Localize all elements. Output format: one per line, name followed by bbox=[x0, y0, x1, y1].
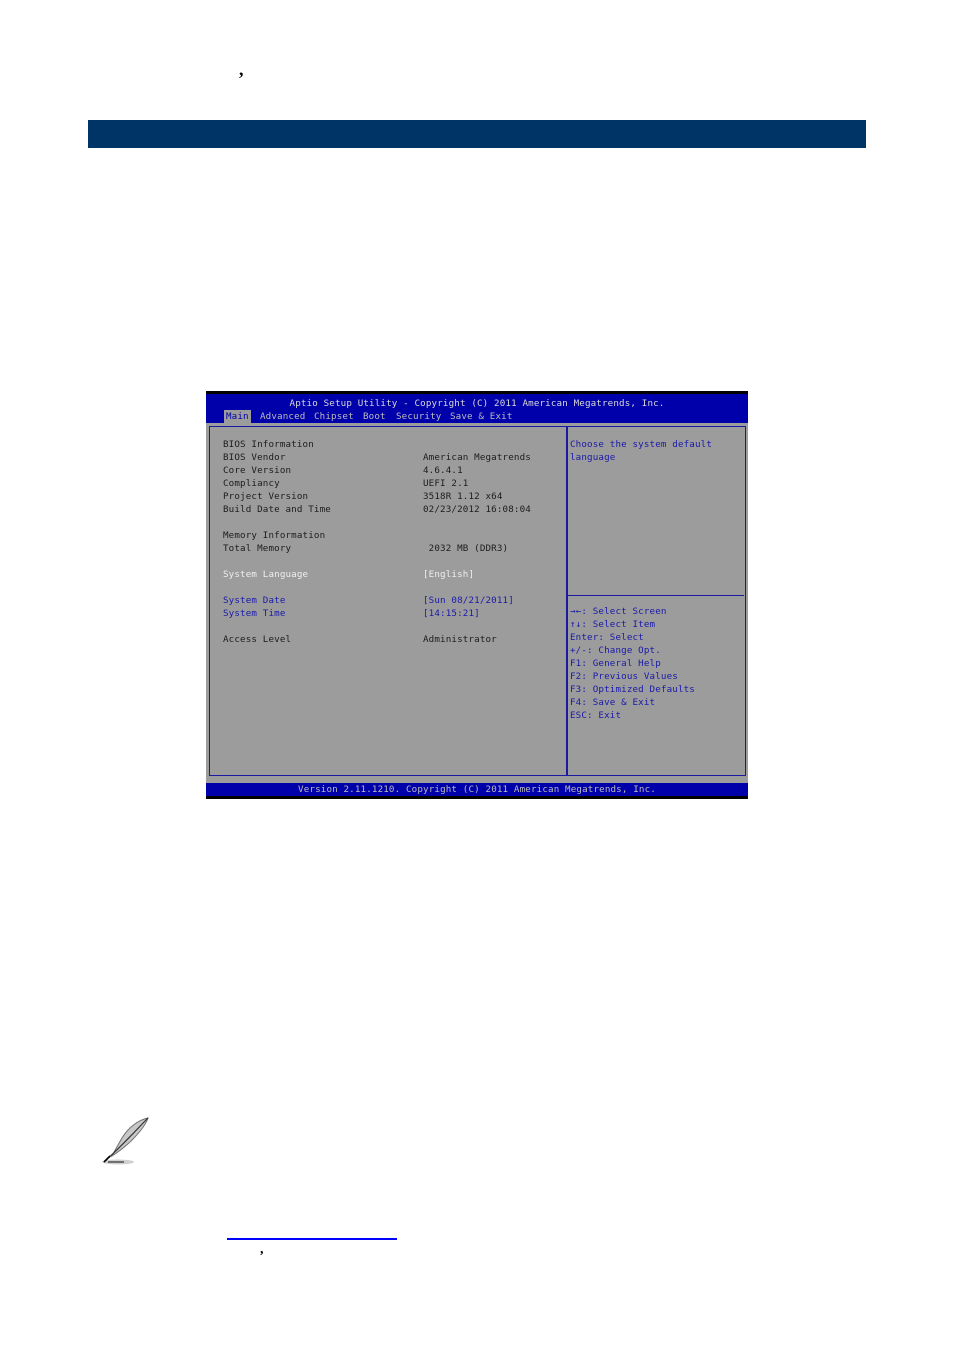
help-key-select-screen: →←: Select Screen bbox=[570, 606, 667, 617]
field-label: Compliancy bbox=[223, 478, 280, 489]
bios-tab-boot[interactable]: Boot bbox=[361, 410, 388, 423]
system-time-label[interactable]: System Time bbox=[223, 607, 286, 620]
bios-tab-main[interactable]: Main bbox=[224, 410, 251, 423]
bios-tab-save-exit[interactable]: Save & Exit bbox=[448, 410, 515, 423]
help-key-f4: F4: Save & Exit bbox=[570, 697, 656, 708]
system-language-select[interactable]: [English] bbox=[423, 568, 474, 581]
bios-setup-screenshot: Aptio Setup Utility - Copyright (C) 2011… bbox=[206, 391, 748, 799]
field-label: Build Date and Time bbox=[223, 504, 331, 515]
field-value: Administrator bbox=[423, 634, 497, 645]
field-value: UEFI 2.1 bbox=[423, 478, 469, 489]
field-label: Total Memory bbox=[223, 543, 292, 554]
bios-settings-panel: BIOS Information BIOS Vendor American Me… bbox=[209, 426, 567, 776]
field-label: Access Level bbox=[223, 634, 292, 645]
section-memory-information: Memory Information bbox=[223, 530, 326, 541]
bios-tab-security[interactable]: Security bbox=[394, 410, 443, 423]
section-header-bar bbox=[88, 120, 866, 148]
help-key-change-opt: +/-: Change Opt. bbox=[570, 645, 661, 656]
section-bios-information: BIOS Information bbox=[223, 439, 314, 450]
field-value: American Megatrends bbox=[423, 452, 531, 463]
stray-comma: , bbox=[260, 1242, 264, 1257]
field-label: Core Version bbox=[223, 465, 292, 476]
system-time-field[interactable]: [14:15:21] bbox=[423, 607, 480, 620]
stray-comma: , bbox=[239, 59, 244, 79]
feather-pen-icon bbox=[102, 1117, 149, 1165]
help-key-enter: Enter: Select bbox=[570, 632, 644, 643]
hyperlink-underline[interactable] bbox=[227, 1238, 397, 1240]
help-key-f3: F3: Optimized Defaults bbox=[570, 684, 695, 695]
system-date-label[interactable]: System Date bbox=[223, 594, 286, 607]
bios-footer: Version 2.11.1210. Copyright (C) 2011 Am… bbox=[298, 784, 656, 795]
bios-help-panel: Choose the system default language →←: S… bbox=[566, 426, 746, 776]
help-key-select-item: ↑↓: Select Item bbox=[570, 619, 656, 630]
bios-title: Aptio Setup Utility - Copyright (C) 2011… bbox=[289, 398, 665, 409]
help-description: language bbox=[570, 452, 616, 463]
field-value: 3518R 1.12 x64 bbox=[423, 491, 503, 502]
help-description: Choose the system default bbox=[570, 439, 713, 450]
help-key-f2: F2: Previous Values bbox=[570, 671, 678, 682]
help-key-esc: ESC: Exit bbox=[570, 710, 622, 721]
field-value: 2032 MB (DDR3) bbox=[423, 543, 509, 554]
system-date-field[interactable]: [Sun 08/21/2011] bbox=[423, 594, 514, 607]
field-label: BIOS Vendor bbox=[223, 452, 286, 463]
field-value: 02/23/2012 16:08:04 bbox=[423, 504, 531, 515]
bios-menu-bar: Main Advanced Chipset Boot Security Save… bbox=[206, 409, 748, 423]
field-value: 4.6.4.1 bbox=[423, 465, 463, 476]
bios-footer-bar: Version 2.11.1210. Copyright (C) 2011 Am… bbox=[206, 783, 748, 796]
system-language-label[interactable]: System Language bbox=[223, 568, 308, 581]
field-label: Project Version bbox=[223, 491, 309, 502]
help-divider bbox=[568, 595, 744, 596]
bios-tab-advanced[interactable]: Advanced bbox=[258, 410, 307, 423]
help-key-f1: F1: General Help bbox=[570, 658, 661, 669]
bios-tab-chipset[interactable]: Chipset bbox=[312, 410, 356, 423]
bios-body: BIOS Information BIOS Vendor American Me… bbox=[206, 423, 748, 783]
